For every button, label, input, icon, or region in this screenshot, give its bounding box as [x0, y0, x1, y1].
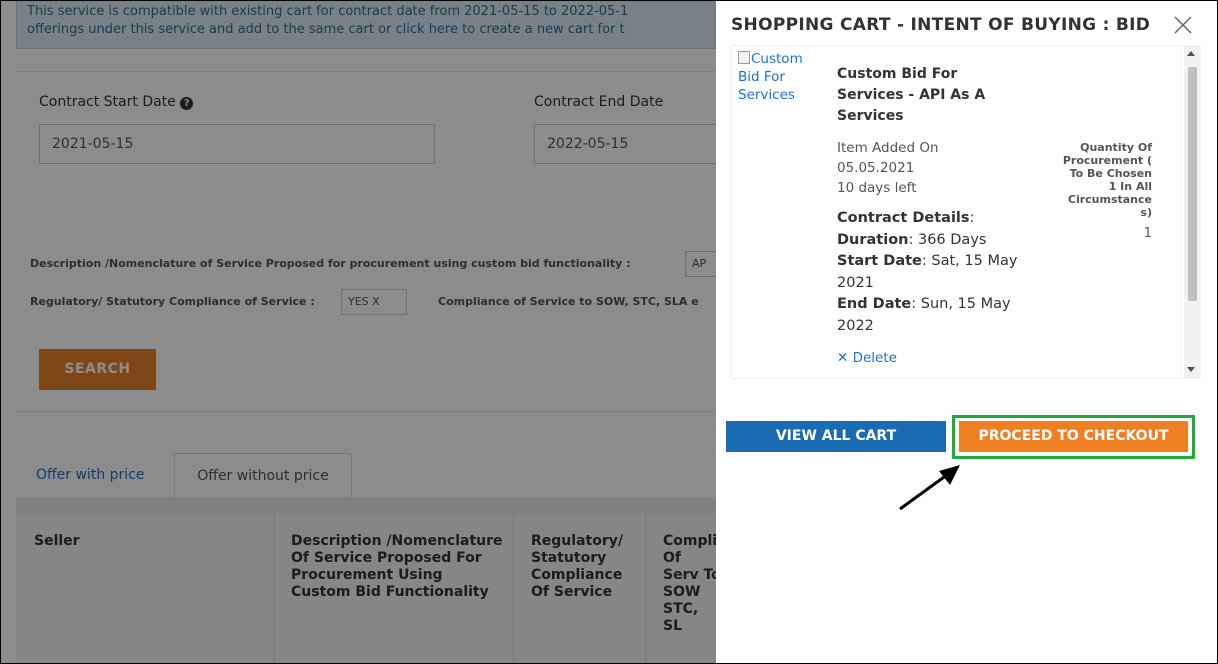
item-image[interactable]: Custom Bid For Services — [738, 50, 818, 104]
contract-details: Contract Details: Duration: 366 Days Sta… — [837, 208, 1047, 337]
view-all-cart-button[interactable]: VIEW ALL CART — [726, 421, 946, 452]
duration-row: Duration: 366 Days — [837, 231, 987, 248]
shopping-cart-panel: SHOPPING CART - INTENT OF BUYING : BID C… — [716, 1, 1217, 663]
cart-title: SHOPPING CART - INTENT OF BUYING : BID — [731, 15, 1151, 35]
duration-label: Duration — [837, 231, 909, 248]
contract-details-label: Contract Details — [837, 210, 970, 226]
pointer-arrow-icon — [899, 465, 960, 511]
scroll-thumb[interactable] — [1188, 67, 1197, 301]
end-date-label: End Date — [837, 296, 912, 312]
duration-value: 366 Days — [917, 231, 987, 248]
quantity-value: 1 — [1143, 226, 1152, 241]
item-meta: Item Added On 05.05.2021 10 days left — [837, 138, 987, 198]
quantity-label: Quantity Of Procurement ( To Be Chosen 1… — [1062, 141, 1152, 219]
start-date-label: Start Date — [837, 253, 922, 269]
close-icon[interactable] — [1171, 13, 1195, 37]
item-days-left: 10 days left — [837, 180, 917, 196]
broken-image-icon — [738, 51, 750, 64]
screenshot-frame: This service is compatible with existing… — [0, 0, 1218, 664]
proceed-to-checkout-button[interactable]: PROCEED TO CHECKOUT — [959, 421, 1188, 452]
scroll-up-icon[interactable] — [1187, 51, 1195, 56]
contract-details-heading: Contract Details: — [837, 210, 975, 226]
end-date-row: End Date: Sun, 15 May 2022 — [837, 296, 1011, 334]
delete-icon: ✕ — [837, 350, 849, 366]
item-added-date: 05.05.2021 — [837, 160, 915, 176]
modal-backdrop[interactable] — [1, 1, 716, 663]
cart-item: Custom Bid For Services Custom Bid For S… — [732, 46, 1180, 378]
cart-items-list[interactable]: Custom Bid For Services Custom Bid For S… — [731, 45, 1191, 379]
delete-label: Delete — [852, 350, 897, 366]
item-added-label: Item Added On — [837, 140, 939, 156]
item-name: Custom Bid For Services - API As A Servi… — [837, 66, 986, 124]
start-date-row: Start Date: Sat, 15 May 2021 — [837, 253, 1018, 291]
delete-item-button[interactable]: ✕ Delete — [837, 350, 897, 366]
cart-scrollbar[interactable] — [1184, 45, 1201, 379]
scroll-down-icon[interactable] — [1187, 367, 1195, 372]
